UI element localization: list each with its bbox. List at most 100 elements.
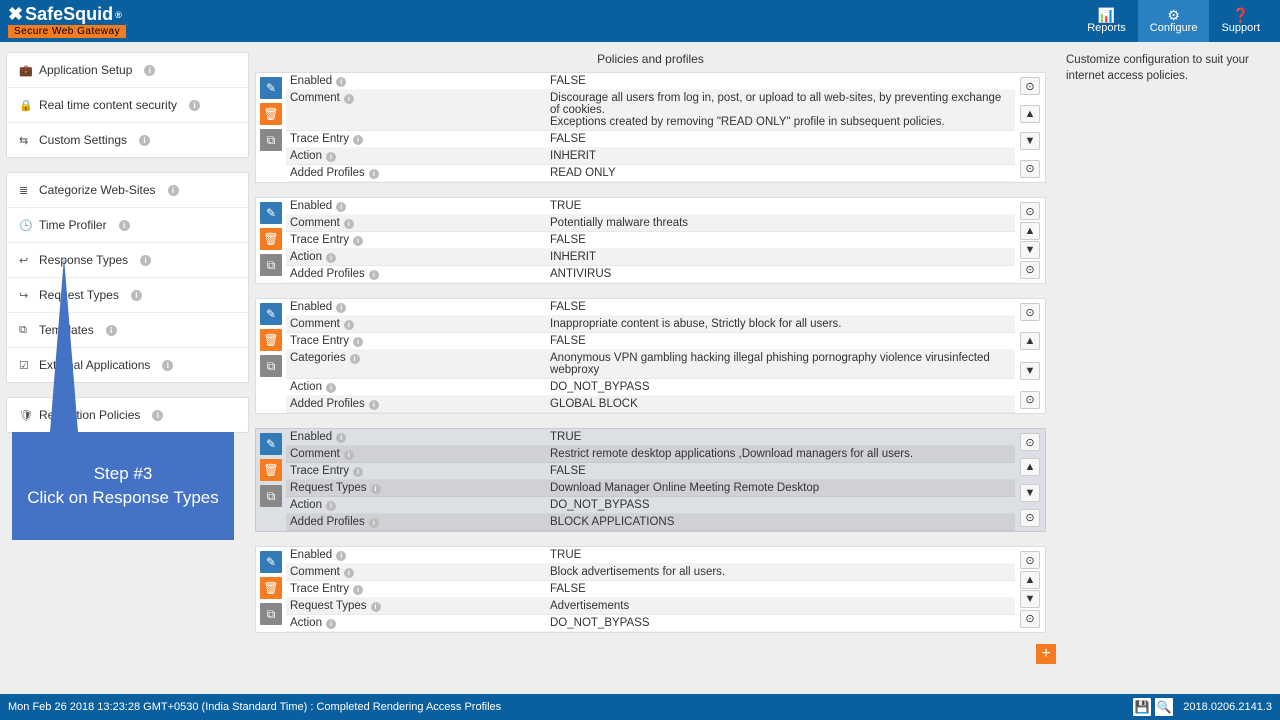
info-icon[interactable]: i <box>326 383 336 393</box>
policy-row: EnablediTRUE <box>286 547 1015 564</box>
sidebar-item-custom-settings[interactable]: ⇆Custom Settingsi <box>7 123 248 157</box>
info-icon[interactable]: i <box>326 501 336 511</box>
nav-configure[interactable]: ⚙ Configure <box>1138 0 1210 42</box>
move-top-button[interactable]: ⊙ <box>1020 433 1040 451</box>
info-icon[interactable]: i <box>336 202 346 212</box>
policy-row: Trace EntryiFALSE <box>286 131 1015 148</box>
search-icon[interactable]: 🔍 <box>1155 698 1173 716</box>
info-icon[interactable]: i <box>369 518 379 528</box>
clone-button[interactable]: ⧉ <box>260 129 282 151</box>
info-icon[interactable]: i <box>168 185 179 196</box>
move-bottom-button[interactable]: ⊙ <box>1020 160 1040 178</box>
info-icon[interactable]: i <box>326 253 336 263</box>
move-down-button[interactable]: ▼ <box>1020 590 1040 608</box>
row-value: TRUE <box>546 199 1015 213</box>
nav-reports[interactable]: 📊 Reports <box>1075 0 1138 42</box>
nav-support[interactable]: ❓ Support <box>1209 0 1272 42</box>
move-bottom-button[interactable]: ⊙ <box>1020 610 1040 628</box>
move-up-button[interactable]: ▲ <box>1020 458 1040 476</box>
clone-button[interactable]: ⧉ <box>260 485 282 507</box>
info-icon[interactable]: i <box>336 551 346 561</box>
policy-row: CommentiDiscourage all users from log in… <box>286 90 1015 131</box>
delete-button[interactable]: 🗑 <box>260 329 282 351</box>
row-label: Comment <box>290 566 340 578</box>
policy-row: CommentiBlock advertisements for all use… <box>286 564 1015 581</box>
info-icon[interactable]: i <box>189 100 200 111</box>
delete-button[interactable]: 🗑 <box>260 103 282 125</box>
move-bottom-button[interactable]: ⊙ <box>1020 261 1040 279</box>
info-icon[interactable]: i <box>144 65 155 76</box>
sidebar-item-response-types[interactable]: ↩Response Typesi <box>7 243 248 278</box>
info-icon[interactable]: i <box>353 467 363 477</box>
move-down-button[interactable]: ▼ <box>1020 132 1040 150</box>
sidebar-item-external-applications[interactable]: ☑External Applicationsi <box>7 348 248 382</box>
edit-button[interactable]: ✎ <box>260 303 282 325</box>
row-label: Enabled <box>290 549 332 561</box>
move-up-button[interactable]: ▲ <box>1020 571 1040 589</box>
sidebar-item-application-setup[interactable]: 💼Application Setupi <box>7 53 248 88</box>
edit-button[interactable]: ✎ <box>260 551 282 573</box>
sidebar-item-request-types[interactable]: ↪Request Typesi <box>7 278 248 313</box>
add-policy-button[interactable]: + <box>1036 644 1056 664</box>
move-down-button[interactable]: ▼ <box>1020 484 1040 502</box>
move-top-button[interactable]: ⊙ <box>1020 77 1040 95</box>
info-icon[interactable]: i <box>344 450 354 460</box>
sidebar-item-templates[interactable]: ⧉Templatesi <box>7 313 248 348</box>
delete-button[interactable]: 🗑 <box>260 228 282 250</box>
clone-button[interactable]: ⧉ <box>260 254 282 276</box>
info-icon[interactable]: i <box>336 303 346 313</box>
move-down-button[interactable]: ▼ <box>1020 362 1040 380</box>
info-icon[interactable]: i <box>344 320 354 330</box>
info-icon[interactable]: i <box>344 568 354 578</box>
info-icon[interactable]: i <box>353 585 363 595</box>
edit-button[interactable]: ✎ <box>260 433 282 455</box>
info-icon[interactable]: i <box>353 337 363 347</box>
info-icon[interactable]: i <box>326 152 336 162</box>
info-icon[interactable]: i <box>162 360 173 371</box>
sidebar-item-label: Real time content security <box>39 98 177 112</box>
clock-icon: 🕒 <box>19 219 31 232</box>
save-icon[interactable]: 💾 <box>1133 698 1151 716</box>
delete-button[interactable]: 🗑 <box>260 459 282 481</box>
sidebar-item-restriction-policies[interactable]: 🛡Restriction Policiesi <box>7 398 248 432</box>
info-icon[interactable]: i <box>139 135 150 146</box>
info-icon[interactable]: i <box>336 433 346 443</box>
move-up-button[interactable]: ▲ <box>1020 222 1040 240</box>
info-icon[interactable]: i <box>369 400 379 410</box>
info-icon[interactable]: i <box>344 94 354 104</box>
info-icon[interactable]: i <box>326 619 336 629</box>
info-icon[interactable]: i <box>152 410 163 421</box>
move-down-button[interactable]: ▼ <box>1020 241 1040 259</box>
info-icon[interactable]: i <box>371 602 381 612</box>
policy-row: EnablediFALSE <box>286 73 1015 90</box>
info-icon[interactable]: i <box>344 219 354 229</box>
info-icon[interactable]: i <box>131 290 142 301</box>
row-label: Action <box>290 150 322 162</box>
clone-button[interactable]: ⧉ <box>260 355 282 377</box>
info-icon[interactable]: i <box>369 270 379 280</box>
row-value: INHERIT <box>546 149 1015 163</box>
move-up-button[interactable]: ▲ <box>1020 332 1040 350</box>
sidebar-item-categorize-web-sites[interactable]: ≣Categorize Web-Sitesi <box>7 173 248 208</box>
move-top-button[interactable]: ⊙ <box>1020 303 1040 321</box>
info-icon[interactable]: i <box>106 325 117 336</box>
clone-button[interactable]: ⧉ <box>260 603 282 625</box>
info-icon[interactable]: i <box>140 255 151 266</box>
info-icon[interactable]: i <box>119 220 130 231</box>
move-bottom-button[interactable]: ⊙ <box>1020 391 1040 409</box>
move-top-button[interactable]: ⊙ <box>1020 202 1040 220</box>
move-up-button[interactable]: ▲ <box>1020 105 1040 123</box>
info-icon[interactable]: i <box>371 484 381 494</box>
move-top-button[interactable]: ⊙ <box>1020 551 1040 569</box>
info-icon[interactable]: i <box>336 77 346 87</box>
move-bottom-button[interactable]: ⊙ <box>1020 509 1040 527</box>
sidebar-item-real-time-content-security[interactable]: 🔒Real time content securityi <box>7 88 248 123</box>
info-icon[interactable]: i <box>353 236 363 246</box>
info-icon[interactable]: i <box>350 354 360 364</box>
edit-button[interactable]: ✎ <box>260 77 282 99</box>
delete-button[interactable]: 🗑 <box>260 577 282 599</box>
info-icon[interactable]: i <box>353 135 363 145</box>
sidebar-item-time-profiler[interactable]: 🕒Time Profileri <box>7 208 248 243</box>
edit-button[interactable]: ✎ <box>260 202 282 224</box>
info-icon[interactable]: i <box>369 169 379 179</box>
